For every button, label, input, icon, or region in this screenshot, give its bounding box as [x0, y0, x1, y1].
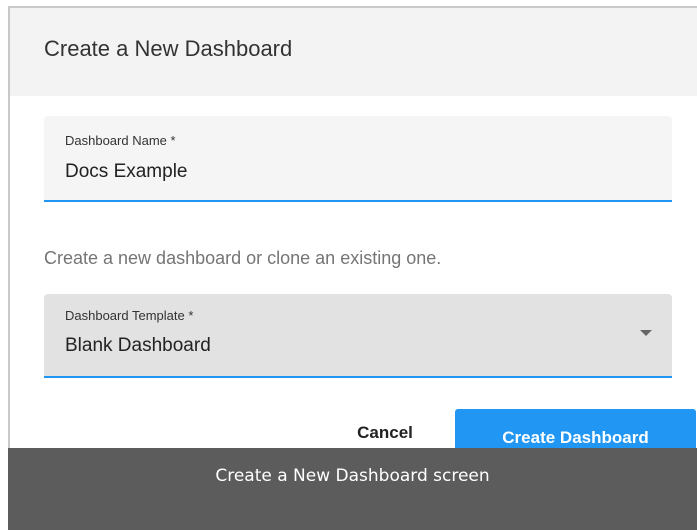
dashboard-name-field[interactable]: Dashboard Name *	[44, 116, 672, 202]
create-dashboard-dialog: Create a New Dashboard Dashboard Name * …	[8, 6, 697, 448]
dashboard-template-select[interactable]: Dashboard Template * Blank Dashboard	[44, 294, 672, 378]
dropdown-arrow-icon[interactable]	[640, 330, 652, 336]
dashboard-name-label: Dashboard Name *	[65, 133, 176, 148]
dashboard-name-input[interactable]	[65, 161, 645, 183]
dialog-header: Create a New Dashboard	[10, 8, 697, 96]
caption-container: Create a New Dashboard screen	[8, 448, 697, 530]
dialog-title: Create a New Dashboard	[44, 36, 293, 61]
help-text: Create a new dashboard or clone an exist…	[44, 248, 442, 268]
dashboard-template-label: Dashboard Template *	[65, 308, 194, 323]
dashboard-template-value: Blank Dashboard	[65, 335, 211, 356]
caption-text: Create a New Dashboard screen	[215, 466, 490, 486]
screenshot-frame: Create a New Dashboard Dashboard Name * …	[0, 0, 697, 530]
